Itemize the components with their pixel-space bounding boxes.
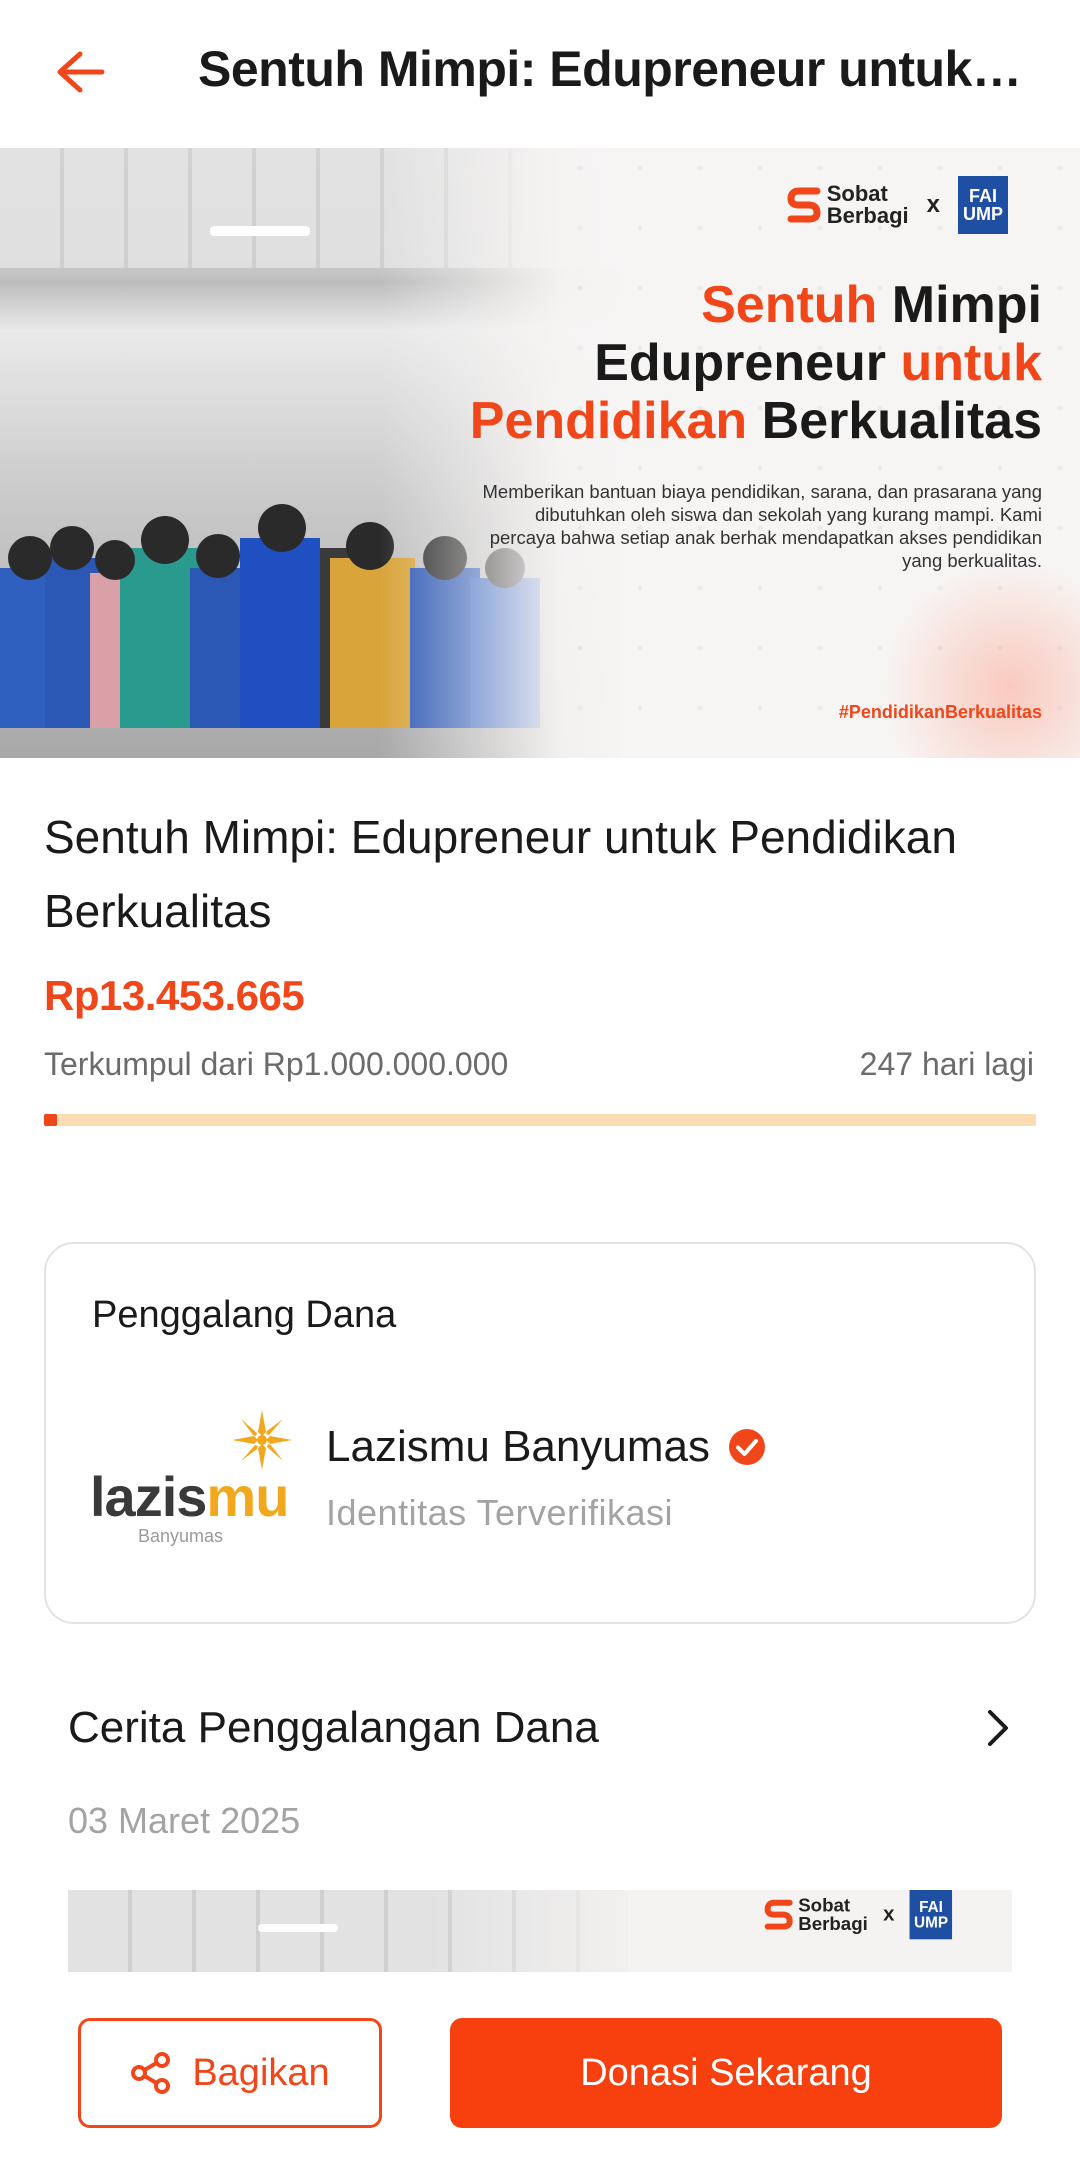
group-photo	[0, 148, 640, 758]
fai-ump-logo: FAI UMP	[958, 176, 1008, 234]
story-date: 03 Maret 2025	[68, 1800, 301, 1841]
lazismu-logo: lazismu Banyumas	[90, 1408, 300, 1546]
verification-status: Identitas Terverifikasi	[326, 1492, 673, 1533]
share-icon	[131, 2052, 171, 2094]
collected-amount: Rp13.453.665	[44, 972, 305, 1019]
donate-now-button[interactable]: Donasi Sekarang	[450, 2018, 1002, 2128]
story-title: Cerita Penggalangan Dana	[68, 1703, 599, 1752]
sobat-berbagi-mark-icon	[787, 187, 821, 223]
story-partner-logos: Sobat Berbagi x FAI UMP	[764, 1890, 952, 1940]
story-section-link[interactable]: Cerita Penggalangan Dana	[68, 1690, 1012, 1766]
banner-headline: Sentuh Mimpi Edupreneur untuk Pendidikan…	[469, 276, 1042, 450]
campaign-banner-image: Sobat Berbagi x FAI UMP Sentuh Mimpi Edu…	[0, 148, 1080, 758]
donate-button-label: Donasi Sekarang	[580, 2051, 872, 2094]
story-image: Sobat Berbagi x FAI UMP	[68, 1890, 1012, 1972]
sobat-berbagi-logo: Sobat Berbagi	[787, 183, 909, 227]
share-button-label: Bagikan	[192, 2051, 330, 2094]
back-button[interactable]	[40, 36, 120, 108]
days-remaining: 247 hari lagi	[859, 1046, 1034, 1082]
verified-check-icon	[728, 1429, 765, 1465]
arrow-left-icon	[57, 51, 105, 93]
chevron-right-icon	[988, 1710, 1008, 1746]
fai-ump-logo: FAI UMP	[909, 1890, 952, 1940]
banner-hashtag: #PendidikanBerkualitas	[838, 702, 1042, 722]
funding-progress-fill	[44, 1114, 58, 1126]
page-title: Sentuh Mimpi: Edupreneur untuk Pendidika…	[198, 41, 1028, 97]
banner-description: Memberikan bantuan biaya pendidikan, sar…	[482, 481, 1043, 571]
target-amount-label: Terkumpul dari Rp1.000.000.000	[44, 1046, 509, 1082]
share-button[interactable]: Bagikan	[78, 2018, 382, 2128]
sun-star-icon	[232, 1410, 292, 1470]
funding-progress-bar	[44, 1114, 1036, 1126]
fundraiser-name: Lazismu Banyumas	[326, 1422, 766, 1472]
partner-logos: Sobat Berbagi x FAI UMP	[787, 176, 1008, 234]
fundraiser-card[interactable]: Penggalang Dana lazismu Banyumas Lazismu…	[44, 1242, 1036, 1624]
campaign-title: Sentuh Mimpi: Edupreneur untuk Pendidika…	[44, 811, 957, 937]
bottom-action-bar: Bagikan Donasi Sekarang	[0, 1972, 1080, 2171]
fundraiser-section-title: Penggalang Dana	[92, 1294, 397, 1336]
sobat-berbagi-mark-icon	[764, 1899, 793, 1930]
top-app-bar: Sentuh Mimpi: Edupreneur untuk Pendidika…	[0, 0, 1080, 148]
